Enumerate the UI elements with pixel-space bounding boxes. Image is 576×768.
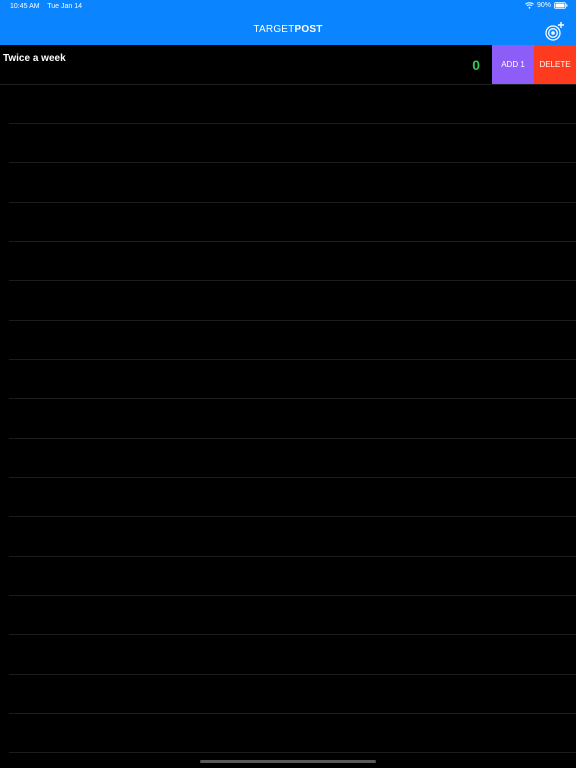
app-screen: 10:45 AM Tue Jan 14 90% TARGETPOST Twice… <box>0 0 576 768</box>
target-plus-icon <box>545 22 564 41</box>
status-time: 10:45 AM Tue Jan 14 <box>10 3 82 10</box>
row-separator <box>9 438 576 439</box>
row-separator <box>9 477 576 478</box>
status-date: Tue Jan 14 <box>47 3 82 10</box>
wifi-icon <box>525 2 534 9</box>
add-one-button[interactable]: ADD 1 <box>492 45 534 84</box>
battery-icon <box>554 2 568 9</box>
row-separator <box>9 674 576 675</box>
row-separator <box>9 595 576 596</box>
row-separator <box>9 123 576 124</box>
home-indicator[interactable] <box>200 760 376 763</box>
top-bar: 10:45 AM Tue Jan 14 90% TARGETPOST <box>0 0 576 45</box>
add-target-button[interactable] <box>544 20 566 42</box>
app-title-light: TARGET <box>253 24 295 35</box>
row-separator <box>9 241 576 242</box>
status-indicators: 90% <box>525 2 568 9</box>
row-separator <box>9 398 576 399</box>
battery-percent: 90% <box>536 2 551 9</box>
row-separator <box>9 752 576 753</box>
row-separator <box>9 516 576 517</box>
delete-button[interactable]: DELETE <box>534 45 576 84</box>
app-title: TARGETPOST <box>0 24 576 35</box>
row-separator <box>9 162 576 163</box>
row-title: Twice a week <box>3 53 66 64</box>
row-separator <box>9 359 576 360</box>
row-separator <box>9 202 576 203</box>
row-separator <box>9 713 576 714</box>
app-title-bold: POST <box>294 24 323 35</box>
status-clock: 10:45 AM <box>10 3 40 10</box>
list-item[interactable]: Twice a week 0 ADD 1 DELETE <box>0 45 576 85</box>
row-separator <box>9 556 576 557</box>
row-separator <box>9 280 576 281</box>
row-count: 0 <box>472 57 480 73</box>
row-separator <box>9 320 576 321</box>
row-separator <box>9 634 576 635</box>
